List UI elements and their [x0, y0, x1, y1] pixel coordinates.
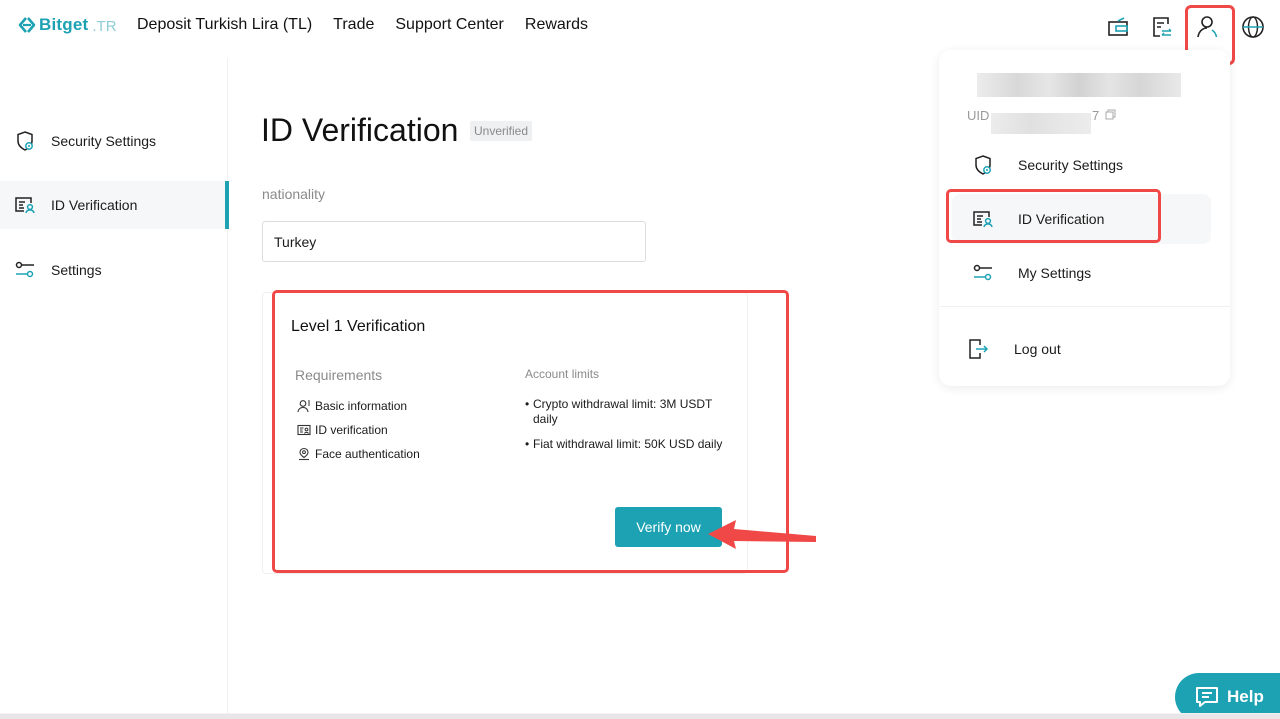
blurred-username	[977, 73, 1181, 97]
uid-visible-tail: 7	[1092, 108, 1100, 123]
dropdown-item-log-out[interactable]: Log out	[952, 324, 1211, 374]
orders-icon[interactable]	[1149, 14, 1175, 40]
shield-icon	[975, 155, 991, 175]
dropdown-item-label: My Settings	[1018, 265, 1092, 281]
user-info-icon	[297, 400, 310, 413]
requirement-label: ID verification	[315, 423, 388, 437]
logo-suffix: .TR	[92, 17, 117, 35]
id-card-icon	[973, 211, 993, 228]
nav-rewards[interactable]: Rewards	[525, 16, 588, 34]
dropdown-item-security-settings[interactable]: Security Settings	[952, 140, 1211, 190]
nav-deposit-tl[interactable]: Deposit Turkish Lira (TL)	[137, 16, 312, 34]
page-title: ID Verification	[261, 112, 459, 148]
requirement-basic-info: Basic information	[297, 399, 407, 413]
account-limits-title: Account limits	[525, 367, 600, 381]
sidebar-item-label: Security Settings	[51, 133, 157, 149]
shield-icon	[17, 131, 33, 151]
sidebar-item-label: Settings	[51, 262, 102, 278]
help-label: Help	[1227, 687, 1264, 706]
card-title: Level 1 Verification	[291, 318, 426, 335]
dropdown-item-my-settings[interactable]: My Settings	[952, 248, 1211, 298]
id-card-icon	[15, 197, 35, 214]
logout-icon	[969, 339, 989, 359]
dropdown-divider	[940, 306, 1230, 307]
bitget-logo-icon	[18, 17, 36, 33]
bottom-scrollbar[interactable]	[0, 713, 1280, 719]
sidebar-item-id-verification[interactable]: ID Verification	[0, 181, 229, 229]
limit-crypto-withdrawal: • Crypto withdrawal limit: 3M USDT daily	[525, 397, 725, 427]
blurred-uid	[991, 113, 1091, 134]
nationality-label: nationality	[262, 186, 326, 202]
sidebar-item-label: ID Verification	[51, 197, 138, 213]
bullet: •	[525, 397, 530, 411]
top-header: Bitget .TR Deposit Turkish Lira (TL) Tra…	[0, 0, 1280, 54]
sidebar-item-security-settings[interactable]: Security Settings	[0, 117, 228, 165]
dropdown-item-id-verification[interactable]: ID Verification	[952, 194, 1211, 244]
requirement-label: Basic information	[315, 399, 408, 413]
globe-icon[interactable]	[1240, 14, 1266, 40]
sidebar: Security Settings ID Verification Settin…	[0, 58, 229, 713]
logo-brand: Bitget	[39, 15, 89, 34]
sliders-icon	[973, 264, 992, 281]
limit-fiat-withdrawal: • Fiat withdrawal limit: 50K USD daily	[525, 437, 725, 452]
sliders-icon	[15, 261, 34, 278]
nav-trade[interactable]: Trade	[333, 16, 374, 34]
status-badge: Unverified	[470, 121, 533, 141]
limit-text: Crypto withdrawal limit: 3M USDT daily	[533, 397, 713, 426]
dropdown-item-label: Security Settings	[1018, 157, 1124, 173]
verify-now-button[interactable]: Verify now	[615, 507, 722, 547]
requirements-title: Requirements	[295, 367, 383, 383]
main-nav: Deposit Turkish Lira (TL) Trade Support …	[137, 16, 588, 34]
copy-icon[interactable]	[1105, 109, 1116, 120]
wallet-icon[interactable]	[1105, 14, 1131, 40]
face-pin-icon	[299, 447, 309, 461]
sidebar-item-settings[interactable]: Settings	[0, 246, 228, 294]
bullet: •	[525, 437, 530, 451]
chat-icon	[1196, 687, 1218, 707]
dropdown-item-label: Log out	[1014, 341, 1061, 357]
id-card-icon	[297, 424, 311, 436]
limit-text: Fiat withdrawal limit: 50K USD daily	[533, 437, 723, 451]
nav-support-center[interactable]: Support Center	[395, 16, 504, 34]
requirement-face-authentication: Face authentication	[297, 447, 420, 461]
requirement-label: Face authentication	[315, 447, 420, 461]
nationality-input[interactable]	[262, 221, 646, 262]
uid-label: UID	[967, 108, 990, 123]
dropdown-item-label: ID Verification	[1018, 211, 1105, 227]
bitget-logo[interactable]: Bitget .TR	[18, 15, 117, 35]
requirement-id-verification: ID verification	[297, 423, 388, 437]
